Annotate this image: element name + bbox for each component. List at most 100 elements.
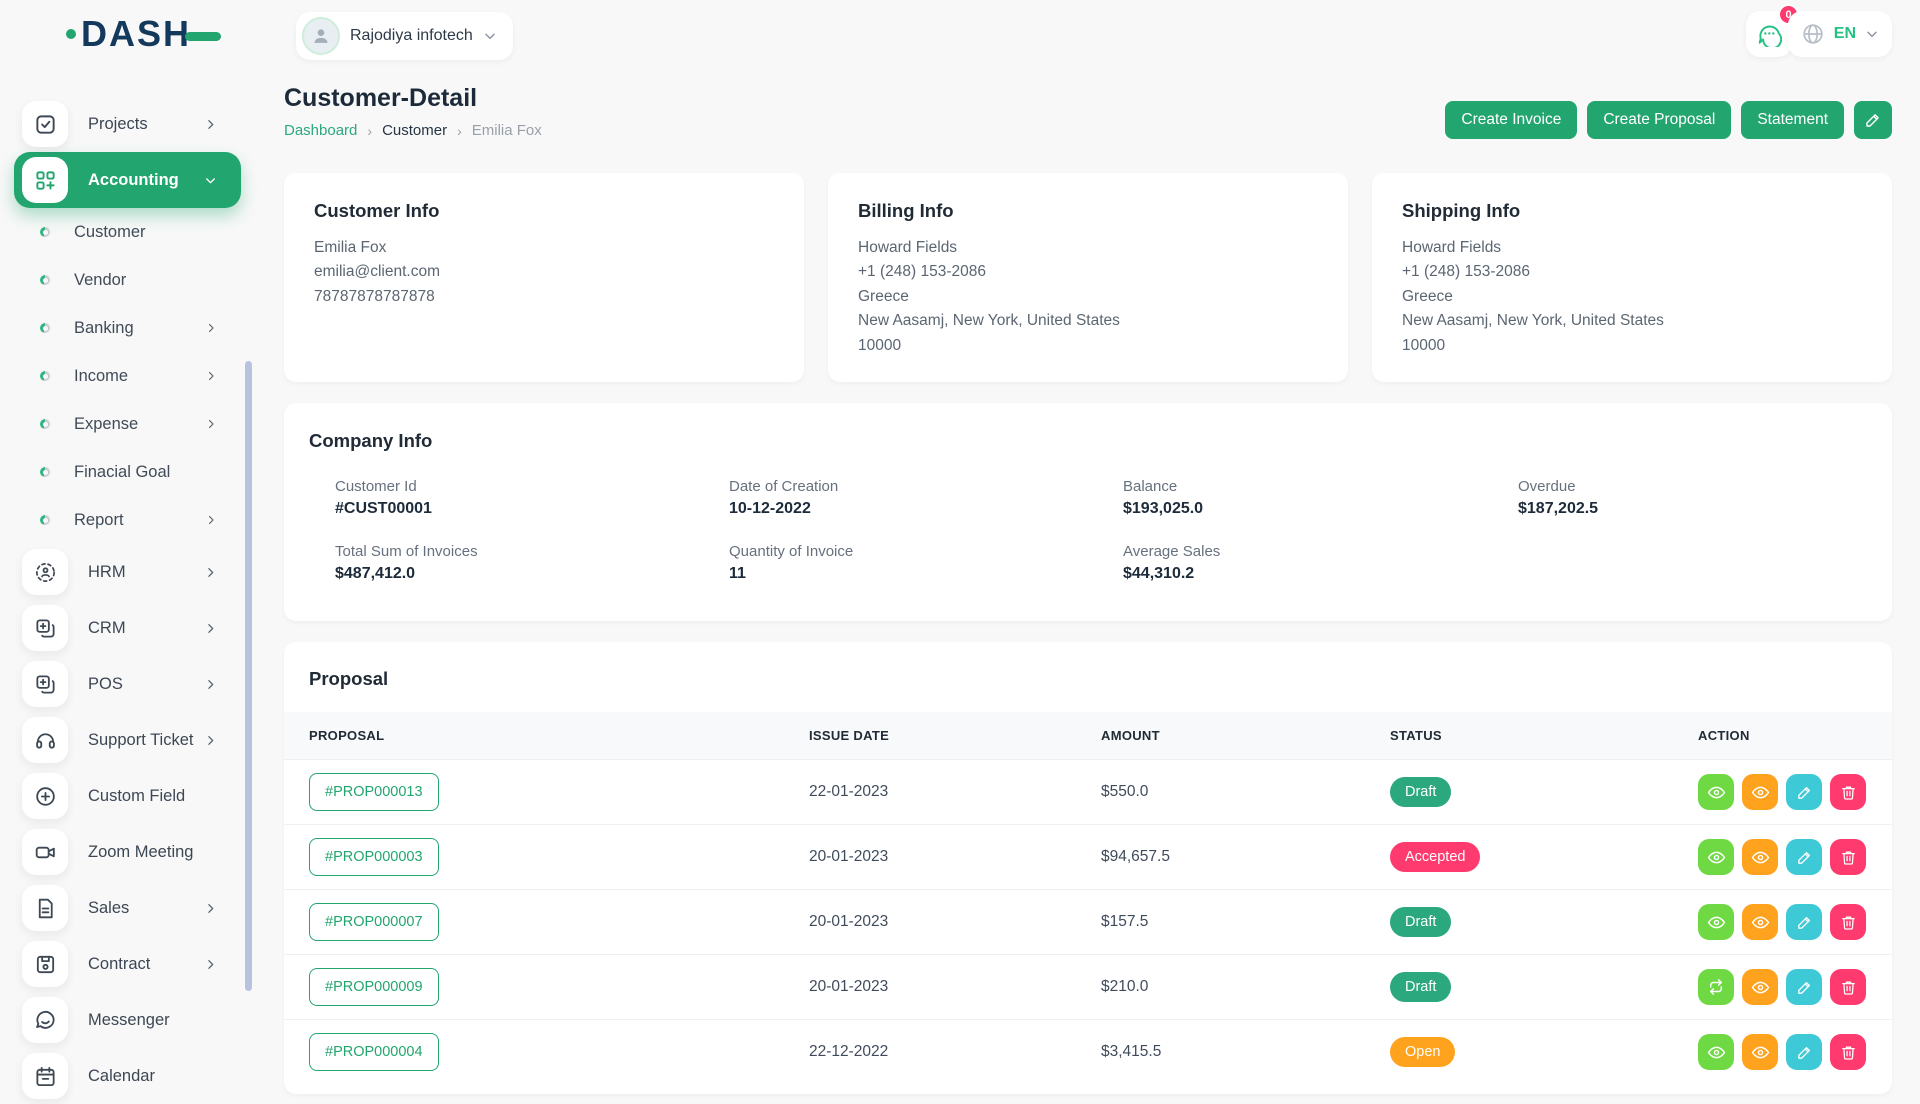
field-value: $44,310.2: [1123, 565, 1518, 583]
sidebar-item-custom-field[interactable]: Custom Field: [14, 768, 241, 824]
view-button[interactable]: [1698, 904, 1734, 940]
messages-button[interactable]: 0: [1746, 11, 1792, 57]
field-balance: Balance $193,025.0: [1123, 478, 1518, 518]
field-value: 11: [729, 565, 1123, 583]
preview-button[interactable]: [1742, 774, 1778, 810]
shipping-country: Greece: [1402, 285, 1862, 309]
sidebar-item-accounting[interactable]: Accounting: [14, 152, 241, 208]
pencil-icon: [1796, 784, 1813, 801]
sidebar-item-projects[interactable]: Projects: [14, 96, 241, 152]
sidebar-item-label: Vendor: [74, 271, 126, 290]
info-cards-row: Customer Info Emilia Fox emilia@client.c…: [284, 173, 1892, 382]
create-invoice-button[interactable]: Create Invoice: [1445, 101, 1577, 139]
convert-button[interactable]: [1698, 969, 1734, 1005]
headset-icon: [22, 717, 68, 763]
customer-phone: 78787878787878: [314, 285, 774, 309]
chevron-right-icon: [204, 678, 217, 691]
chevron-down-icon: [1865, 27, 1879, 41]
card-title: Shipping Info: [1402, 200, 1862, 222]
edit-button[interactable]: [1786, 1034, 1822, 1070]
document-icon: [22, 885, 68, 931]
sidebar-scrollbar[interactable]: [245, 361, 252, 991]
field-customer-id: Customer Id #CUST00001: [335, 478, 729, 518]
sidebar-item-calendar[interactable]: Calendar: [14, 1048, 241, 1104]
preview-button[interactable]: [1742, 839, 1778, 875]
calendar-icon: [22, 1053, 68, 1099]
sidebar-item-pos[interactable]: POS: [14, 656, 241, 712]
grid-plus-icon: [22, 157, 68, 203]
statement-button[interactable]: Statement: [1741, 101, 1844, 139]
breadcrumb: Dashboard › Customer › Emilia Fox: [284, 122, 542, 139]
field-label: Date of Creation: [729, 478, 1123, 495]
proposal-section-title: Proposal: [309, 668, 1892, 690]
view-button[interactable]: [1698, 1034, 1734, 1070]
delete-button[interactable]: [1830, 969, 1866, 1005]
row-actions: [1698, 1034, 1867, 1070]
preview-button[interactable]: [1742, 969, 1778, 1005]
sidebar-item-contract[interactable]: Contract: [14, 936, 241, 992]
sidebar-item-label: HRM: [88, 563, 126, 582]
trash-icon: [1840, 849, 1857, 866]
sidebar-item-label: Custom Field: [88, 787, 185, 806]
sidebar-item-vendor[interactable]: Vendor: [14, 256, 241, 304]
proposal-id-link[interactable]: #PROP000009: [309, 968, 439, 1006]
sidebar-item-customer[interactable]: Customer: [14, 208, 241, 256]
breadcrumb-customer[interactable]: Customer: [382, 122, 447, 139]
pencil-icon: [1796, 1044, 1813, 1061]
app-logo[interactable]: DASH: [66, 16, 221, 52]
delete-button[interactable]: [1830, 774, 1866, 810]
card-title: Billing Info: [858, 200, 1318, 222]
edit-button[interactable]: [1786, 774, 1822, 810]
sidebar-item-financial-goal[interactable]: Finacial Goal: [14, 448, 241, 496]
delete-button[interactable]: [1830, 839, 1866, 875]
checkbox-icon: [22, 101, 68, 147]
table-row: #PROP000009 20-01-2023 $210.0 Draft: [284, 954, 1892, 1019]
chevron-right-icon: [204, 958, 217, 971]
edit-customer-button[interactable]: [1854, 101, 1892, 139]
preview-button[interactable]: [1742, 904, 1778, 940]
page-title: Customer-Detail: [284, 84, 542, 113]
hrm-person-icon: [22, 549, 68, 595]
edit-button[interactable]: [1786, 904, 1822, 940]
proposal-id-link[interactable]: #PROP000013: [309, 773, 439, 811]
sidebar-item-report[interactable]: Report: [14, 496, 241, 544]
sidebar-item-label: Customer: [74, 223, 146, 242]
sidebar-item-income[interactable]: Income: [14, 352, 241, 400]
proposal-id-link[interactable]: #PROP000007: [309, 903, 439, 941]
view-button[interactable]: [1698, 774, 1734, 810]
sidebar-item-hrm[interactable]: HRM: [14, 544, 241, 600]
sidebar-item-expense[interactable]: Expense: [14, 400, 241, 448]
header-actions: Create Invoice Create Proposal Statement: [1445, 101, 1892, 139]
proposal-id-link[interactable]: #PROP000004: [309, 1033, 439, 1071]
company-selector[interactable]: Rajodiya infotech: [296, 12, 513, 60]
chevron-down-icon: [204, 174, 217, 187]
edit-button[interactable]: [1786, 969, 1822, 1005]
edit-button[interactable]: [1786, 839, 1822, 875]
create-proposal-button[interactable]: Create Proposal: [1587, 101, 1731, 139]
delete-button[interactable]: [1830, 904, 1866, 940]
billing-address: New Aasamj, New York, United States: [858, 309, 1318, 333]
table-row: #PROP000007 20-01-2023 $157.5 Draft: [284, 889, 1892, 954]
chat-bubble-icon: [22, 997, 68, 1043]
sidebar-item-support-ticket[interactable]: Support Ticket: [14, 712, 241, 768]
pencil-icon: [1796, 979, 1813, 996]
view-button[interactable]: [1698, 839, 1734, 875]
breadcrumb-dashboard[interactable]: Dashboard: [284, 122, 357, 139]
chevron-right-icon: [205, 322, 217, 334]
pencil-icon: [1864, 111, 1882, 129]
proposal-id-link[interactable]: #PROP000003: [309, 838, 439, 876]
sidebar-item-zoom-meeting[interactable]: Zoom Meeting: [14, 824, 241, 880]
eye-icon: [1707, 848, 1726, 867]
sidebar-item-sales[interactable]: Sales: [14, 880, 241, 936]
globe-icon: [1801, 22, 1825, 46]
language-selector[interactable]: EN: [1788, 11, 1892, 57]
delete-button[interactable]: [1830, 1034, 1866, 1070]
preview-button[interactable]: [1742, 1034, 1778, 1070]
sidebar-item-messenger[interactable]: Messenger: [14, 992, 241, 1048]
bullet-icon: [40, 323, 50, 333]
save-icon: [22, 941, 68, 987]
chevron-right-icon: [205, 514, 217, 526]
sidebar-item-banking[interactable]: Banking: [14, 304, 241, 352]
billing-info-card: Billing Info Howard Fields +1 (248) 153-…: [828, 173, 1348, 382]
sidebar-item-crm[interactable]: CRM: [14, 600, 241, 656]
